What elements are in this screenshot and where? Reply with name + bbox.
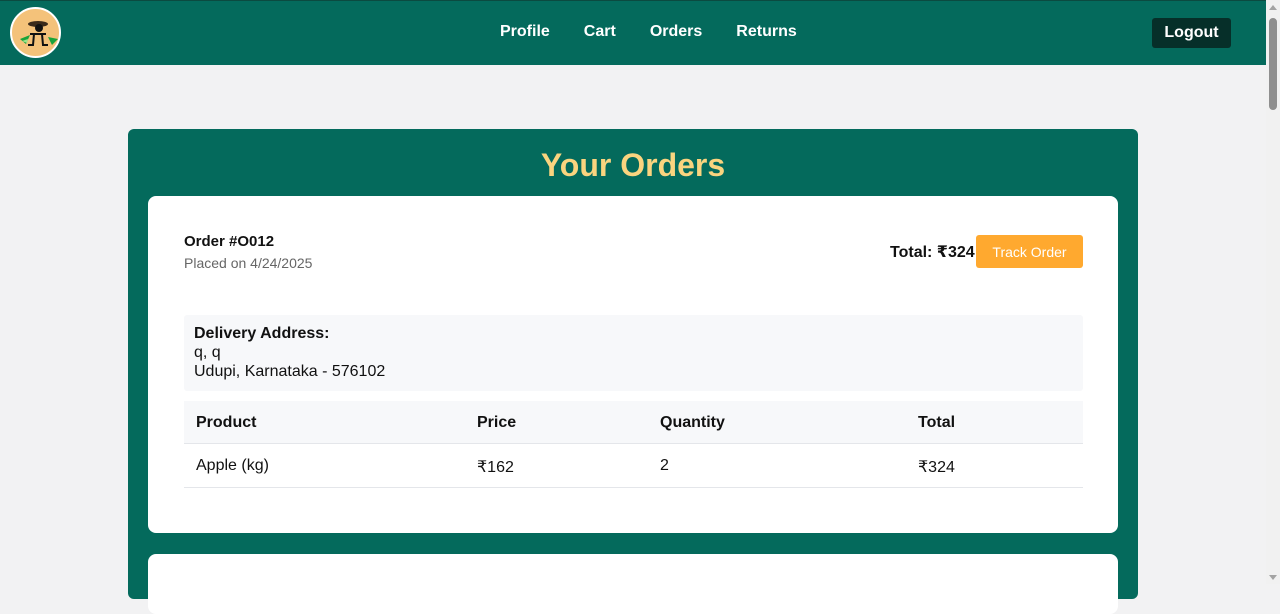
product-price: ₹162: [477, 459, 514, 476]
main-nav: Profile Cart Orders Returns: [500, 23, 831, 41]
order-card: Order #O012 Placed on 4/24/2025 Total: ₹…: [148, 196, 1118, 533]
track-order-button[interactable]: Track Order: [976, 235, 1083, 268]
product-line-total: ₹324: [918, 459, 955, 476]
page-scrollbar[interactable]: [1266, 0, 1280, 584]
order-card: [148, 554, 1118, 614]
nav-link-returns[interactable]: Returns: [736, 23, 796, 41]
scroll-down-arrow-icon[interactable]: [1269, 575, 1277, 580]
table-header-row: Product Price Quantity Total: [184, 401, 1083, 444]
top-navbar: Profile Cart Orders Returns Logout: [0, 0, 1266, 65]
column-header-product: Product: [196, 414, 257, 431]
order-date: Placed on 4/24/2025: [184, 255, 313, 271]
address-line-1: q, q: [194, 344, 221, 361]
farmer-logo-icon: [20, 21, 58, 46]
product-quantity: 2: [660, 457, 669, 474]
column-header-total: Total: [918, 414, 956, 431]
scroll-up-arrow-icon[interactable]: [1269, 5, 1277, 10]
delivery-address-label: Delivery Address:: [194, 325, 330, 342]
order-total: Total: ₹324: [890, 244, 975, 261]
nav-link-profile[interactable]: Profile: [500, 23, 550, 41]
page-title: Your Orders: [540, 147, 726, 183]
logout-button[interactable]: Logout: [1152, 18, 1231, 48]
nav-link-cart[interactable]: Cart: [584, 23, 616, 41]
order-items-table: Product Price Quantity Total Apple (kg) …: [184, 401, 1083, 488]
scrollbar-thumb[interactable]: [1269, 18, 1277, 110]
column-header-quantity: Quantity: [660, 414, 725, 431]
order-id: Order #O012: [184, 233, 275, 250]
brand-logo[interactable]: [10, 7, 61, 58]
orders-panel: Your Orders Order #O012 Placed on 4/24/2…: [128, 129, 1138, 614]
address-line-2: Udupi, Karnataka - 576102: [194, 363, 386, 380]
column-header-price: Price: [477, 414, 517, 431]
product-name: Apple (kg): [196, 457, 269, 474]
nav-link-orders[interactable]: Orders: [650, 23, 702, 41]
table-row: Apple (kg) ₹162 2 ₹324: [184, 444, 1083, 488]
delivery-address: Delivery Address: q, q Udupi, Karnataka …: [184, 315, 1083, 391]
